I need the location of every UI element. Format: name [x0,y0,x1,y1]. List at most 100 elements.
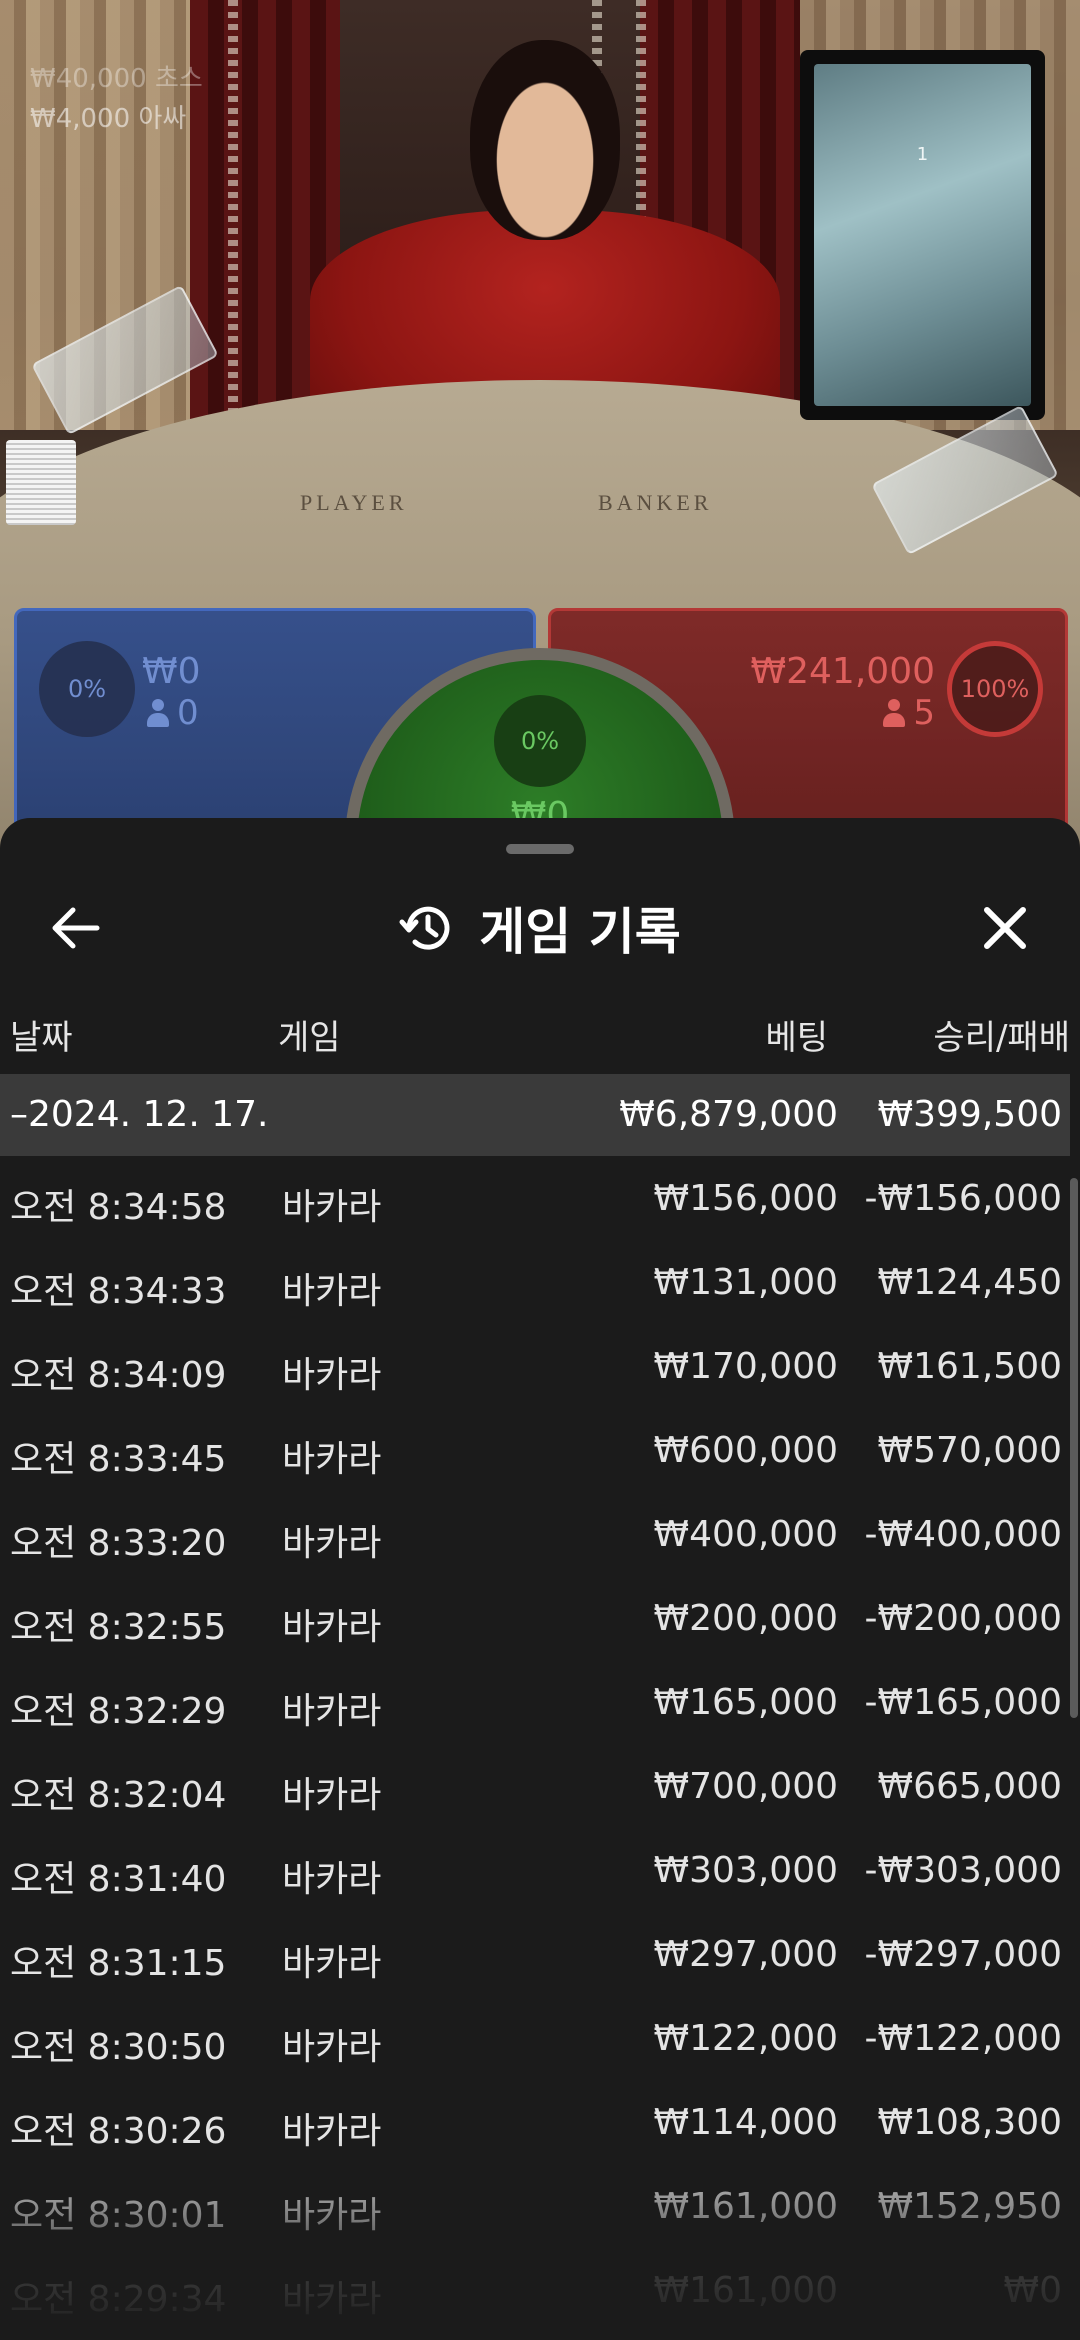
row-game: 바카라 [282,1859,382,1900]
row-time: 오전 8:32:29 [10,1691,227,1732]
monitor-screen: 1 [814,64,1031,406]
row-game: 바카라 [282,1775,382,1816]
felt-player-label: PLAYER [300,490,408,515]
person-icon [883,699,906,727]
history-row[interactable]: 오전 8:33:20 바카라 ₩400,000 -₩400,000 [0,1494,1070,1578]
sheet-header: 게임 기록 [0,878,1080,978]
row-bet: ₩165,000 [653,1682,838,1723]
card-monitor: 1 [800,50,1045,420]
row-time: 오전 8:30:26 [10,2111,227,2152]
summary-result-total: ₩399,500 [877,1094,1062,1135]
bet-limit-line-2: ₩4,000 아싸 [30,104,187,134]
history-row[interactable]: 오전 8:34:33 바카라 ₩131,000 ₩124,450 [0,1242,1070,1326]
player-bettor-count: 0 [147,693,199,733]
history-row[interactable]: 오전 8:32:55 바카라 ₩200,000 -₩200,000 [0,1578,1070,1662]
back-button[interactable] [40,898,110,958]
row-game: 바카라 [282,2279,382,2320]
sheet-drag-handle[interactable] [506,844,574,854]
sheet-title-group: 게임 기록 [399,892,681,964]
banker-count-value: 5 [913,693,935,733]
row-game: 바카라 [282,1691,382,1732]
history-row[interactable]: 오전 8:32:04 바카라 ₩700,000 ₩665,000 [0,1746,1070,1830]
row-result: -₩165,000 [864,1682,1062,1723]
history-row[interactable]: 오전 8:33:45 바카라 ₩600,000 ₩570,000 [0,1410,1070,1494]
date-summary-row[interactable]: –2024. 12. 17. ₩6,879,000 ₩399,500 [0,1074,1070,1156]
history-row[interactable]: 오전 8:29:34 바카라 ₩161,000 ₩0 [0,2250,1070,2334]
row-time: 오전 8:33:45 [10,1439,227,1480]
felt-banker-label: BANKER [598,490,713,515]
banker-percent: 100% [947,641,1043,737]
row-bet: ₩700,000 [653,1766,838,1807]
chandelier-strand [228,0,238,420]
history-row[interactable]: 오전 8:30:50 바카라 ₩122,000 -₩122,000 [0,1998,1070,2082]
column-header-game: 게임 [278,1018,341,1058]
row-time: 오전 8:32:55 [10,1607,227,1648]
banker-bet-amount: ₩241,000 [750,651,935,692]
row-time: 오전 8:31:40 [10,1859,227,1900]
dealer-head [470,40,620,240]
row-bet: ₩600,000 [653,1430,838,1471]
tie-percent: 0% [494,695,586,787]
close-button[interactable] [970,898,1040,958]
history-row[interactable]: 오전 8:30:26 바카라 ₩114,000 ₩108,300 [0,2082,1070,2166]
row-game: 바카라 [282,2111,382,2152]
row-result: ₩152,950 [877,2186,1062,2227]
row-result: ₩570,000 [877,1430,1062,1471]
row-bet: ₩297,000 [653,1934,838,1975]
row-bet: ₩161,000 [653,2186,838,2227]
row-result: -₩156,000 [864,1178,1062,1219]
row-result: ₩161,500 [877,1346,1062,1387]
history-row[interactable]: 오전 8:31:15 바카라 ₩297,000 -₩297,000 [0,1914,1070,1998]
close-icon [984,907,1026,949]
history-row[interactable]: 오전 8:34:09 바카라 ₩170,000 ₩161,500 [0,1326,1070,1410]
column-header-result: 승리/패배 [933,1018,1070,1058]
row-game: 바카라 [282,1271,382,1312]
row-time: 오전 8:32:04 [10,1775,227,1816]
row-bet: ₩114,000 [653,2102,838,2143]
row-game: 바카라 [282,1439,382,1480]
table-header: 날짜 게임 베팅 승리/패배 [0,998,1080,1068]
row-result: -₩297,000 [864,1934,1062,1975]
row-game: 바카라 [282,1943,382,1984]
row-game: 바카라 [282,1355,382,1396]
banker-bettor-count: 5 [883,693,935,733]
column-header-date: 날짜 [10,1018,73,1058]
row-bet: ₩156,000 [653,1178,838,1219]
row-game: 바카라 [282,1187,382,1228]
row-game: 바카라 [282,2195,382,2236]
player-percent: 0% [39,641,135,737]
game-history-sheet: 게임 기록 날짜 게임 베팅 승리/패배 –2024. 12. 17. ₩6,8… [0,818,1080,2340]
history-icon [399,906,450,950]
history-list: 오전 8:34:58 바카라 ₩156,000 -₩156,000 오전 8:34:33… [0,1158,1070,2340]
history-row[interactable]: 오전 8:30:01 바카라 ₩161,000 ₩152,950 [0,2166,1070,2250]
row-bet: ₩161,000 [653,2270,838,2311]
history-row[interactable]: 오전 8:32:29 바카라 ₩165,000 -₩165,000 [0,1662,1070,1746]
row-result: -₩200,000 [864,1598,1062,1639]
row-game: 바카라 [282,1523,382,1564]
row-bet: ₩131,000 [653,1262,838,1303]
row-time: 오전 8:30:01 [10,2195,227,2236]
scrollbar-thumb[interactable] [1070,1178,1078,1718]
row-bet: ₩200,000 [653,1598,838,1639]
summary-date: –2024. 12. 17. [10,1094,269,1135]
history-row[interactable]: 오전 8:34:58 바카라 ₩156,000 -₩156,000 [0,1158,1070,1242]
row-time: 오전 8:31:15 [10,1943,227,1984]
bet-limit-line-1: ₩40,000 초스 [30,64,203,94]
person-icon [147,699,169,727]
row-bet: ₩400,000 [653,1514,838,1555]
column-header-bet: 베팅 [765,1018,828,1058]
row-game: 바카라 [282,2027,382,2068]
row-time: 오전 8:34:58 [10,1187,227,1228]
row-time: 오전 8:33:20 [10,1523,227,1564]
history-row[interactable]: 오전 8:31:40 바카라 ₩303,000 -₩303,000 [0,1830,1070,1914]
row-result: -₩303,000 [864,1850,1062,1891]
page-title: 게임 기록 [479,903,681,961]
row-result: ₩0 [1003,2270,1063,2311]
row-time: 오전 8:29:34 [10,2279,227,2320]
player-bet-amount: ₩0 [142,651,201,692]
row-game: 바카라 [282,1607,382,1648]
player-count-value: 0 [177,693,199,733]
row-result: -₩400,000 [864,1514,1062,1555]
row-result: ₩108,300 [877,2102,1062,2143]
row-time: 오전 8:30:50 [10,2027,227,2068]
